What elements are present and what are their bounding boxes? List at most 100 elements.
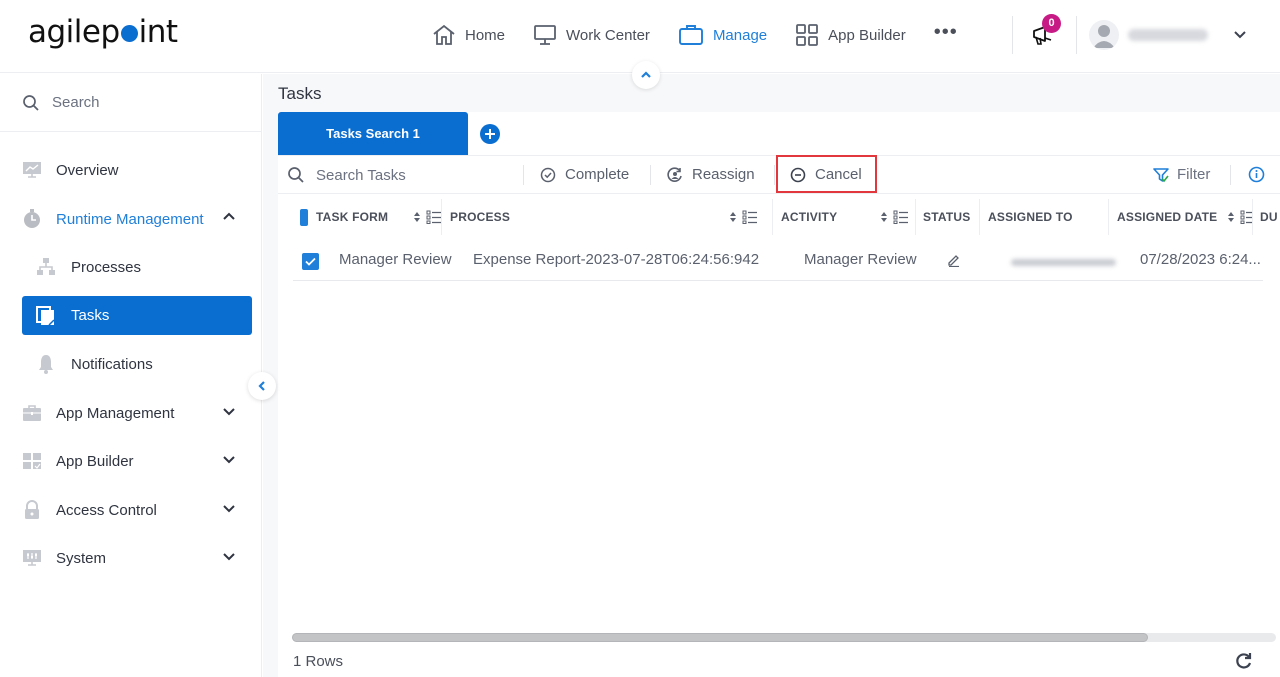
cell-assigned-to-blurred [1011, 259, 1116, 266]
reassign-button[interactable]: Reassign [667, 166, 755, 183]
agilepoint-logo[interactable]: agilep int [28, 14, 178, 50]
column-menu-icon[interactable] [426, 210, 442, 224]
divider [523, 165, 524, 185]
nav-app-builder[interactable]: App Builder [795, 24, 906, 46]
more-menu-button[interactable]: ••• [934, 21, 958, 44]
divider [650, 165, 651, 185]
main-content: Tasks Tasks Search 1 Search Tasks Comple… [263, 74, 1280, 677]
chart-monitor-icon [22, 160, 42, 180]
sort-icon[interactable] [413, 211, 421, 223]
main-nav: Home Work Center Manage App Builder ••• [432, 20, 958, 50]
avatar[interactable] [1089, 20, 1119, 50]
user-name-blurred[interactable] [1128, 29, 1208, 41]
bell-icon [36, 354, 56, 374]
edit-icon [948, 255, 959, 268]
row-checkbox[interactable] [302, 253, 319, 270]
search-tasks-input[interactable]: Search Tasks [287, 166, 406, 184]
sidebar: Search Overview Runtime Management Proce… [0, 74, 262, 677]
horizontal-scrollbar-thumb[interactable] [292, 633, 1149, 642]
column-task-form[interactable]: TASK FORM [316, 195, 442, 239]
chevron-down-icon [221, 403, 237, 423]
chevron-up-icon [641, 71, 651, 78]
cell-activity: Manager Review [804, 251, 917, 268]
column-divider[interactable] [915, 199, 916, 235]
column-menu-icon[interactable] [893, 210, 909, 224]
reassign-icon [667, 166, 682, 182]
tab-tasks-search-1[interactable]: Tasks Search 1 [278, 112, 468, 155]
rows-count: 1 Rows [293, 653, 344, 670]
tasks-toolbar: Search Tasks Complete Reassign Cancel Fi… [278, 155, 1280, 194]
sidebar-item-app-management[interactable]: App Management [0, 393, 262, 433]
chevron-down-icon [221, 451, 237, 471]
sidebar-item-tasks[interactable]: Tasks [22, 296, 252, 335]
chevron-up-icon [221, 209, 237, 229]
divider [1012, 16, 1013, 54]
sidebar-item-access-control[interactable]: Access Control [0, 490, 262, 530]
chevron-left-icon [258, 381, 265, 391]
logo-dot [120, 25, 138, 42]
chevron-down-icon [221, 548, 237, 568]
page-title: Tasks [278, 84, 322, 103]
user-icon [1093, 25, 1115, 48]
sidebar-item-runtime-management[interactable]: Runtime Management [0, 199, 262, 239]
chevron-down-icon [1234, 31, 1246, 39]
grid-header: TASK FORM PROCESS ACTIVITY STATUS ASSIGN… [278, 195, 1280, 239]
column-divider[interactable] [1108, 199, 1109, 235]
sort-icon[interactable] [880, 211, 888, 223]
filter-icon [1153, 167, 1169, 182]
sidebar-item-overview[interactable]: Overview [0, 150, 262, 190]
check-icon [305, 257, 316, 266]
info-button[interactable] [1248, 166, 1265, 188]
notification-badge: 0 [1042, 14, 1061, 33]
filter-button[interactable]: Filter [1153, 166, 1210, 183]
sort-icon[interactable] [1227, 211, 1235, 223]
user-menu-toggle[interactable] [1232, 27, 1248, 48]
cancel-highlight-box [776, 155, 877, 193]
home-icon [433, 24, 455, 45]
tasks-panel: Search Tasks Complete Reassign Cancel Fi… [278, 155, 1280, 677]
toolbox-icon [22, 403, 42, 423]
lock-icon [22, 500, 42, 520]
cell-status[interactable] [947, 253, 961, 271]
sidebar-item-app-builder[interactable]: App Builder [0, 441, 262, 481]
column-menu-icon[interactable] [742, 210, 758, 224]
column-divider[interactable] [772, 199, 773, 235]
info-icon [1248, 166, 1265, 183]
column-assigned-to[interactable]: ASSIGNED TO [988, 195, 1108, 239]
column-divider[interactable] [441, 199, 442, 235]
nav-manage[interactable]: Manage [678, 24, 767, 46]
column-status[interactable]: STATUS [923, 195, 983, 239]
plus-icon [485, 129, 495, 139]
sidebar-search[interactable]: Search [0, 74, 261, 132]
horizontal-scrollbar[interactable] [292, 633, 1276, 642]
cell-task-form[interactable]: Manager Review [339, 251, 452, 268]
column-process[interactable]: PROCESS [450, 195, 766, 239]
divider [774, 165, 775, 185]
divider [1076, 16, 1077, 54]
cell-process[interactable]: Expense Report-2023-07-28T06:24:56:942 [473, 251, 759, 268]
sort-icon[interactable] [729, 211, 737, 223]
column-activity[interactable]: ACTIVITY [781, 195, 917, 239]
refresh-button[interactable] [1235, 652, 1253, 675]
refresh-icon [1236, 653, 1252, 669]
add-tab-button[interactable] [480, 124, 500, 144]
table-row[interactable]: Manager Review Expense Report-2023-07-28… [293, 241, 1263, 281]
column-assigned-date[interactable]: ASSIGNED DATE [1117, 195, 1252, 239]
select-all-checkbox[interactable] [300, 195, 308, 239]
column-due[interactable]: DU [1260, 195, 1280, 239]
nav-home[interactable]: Home [432, 24, 505, 46]
grid-icon [796, 24, 819, 46]
nav-work-center[interactable]: Work Center [533, 24, 650, 46]
sidebar-item-notifications[interactable]: Notifications [0, 344, 262, 384]
collapse-header-button[interactable] [632, 61, 660, 89]
tabs-bar: Tasks Search 1 [278, 112, 1280, 155]
column-menu-icon[interactable] [1240, 210, 1252, 224]
complete-button[interactable]: Complete [540, 166, 629, 183]
search-icon [23, 94, 39, 111]
column-divider[interactable] [979, 199, 980, 235]
sidebar-item-processes[interactable]: Processes [0, 247, 262, 287]
column-divider[interactable] [1252, 199, 1253, 235]
chevron-down-icon [221, 500, 237, 520]
sidebar-item-system[interactable]: System [0, 538, 262, 578]
collapse-sidebar-button[interactable] [248, 372, 276, 400]
